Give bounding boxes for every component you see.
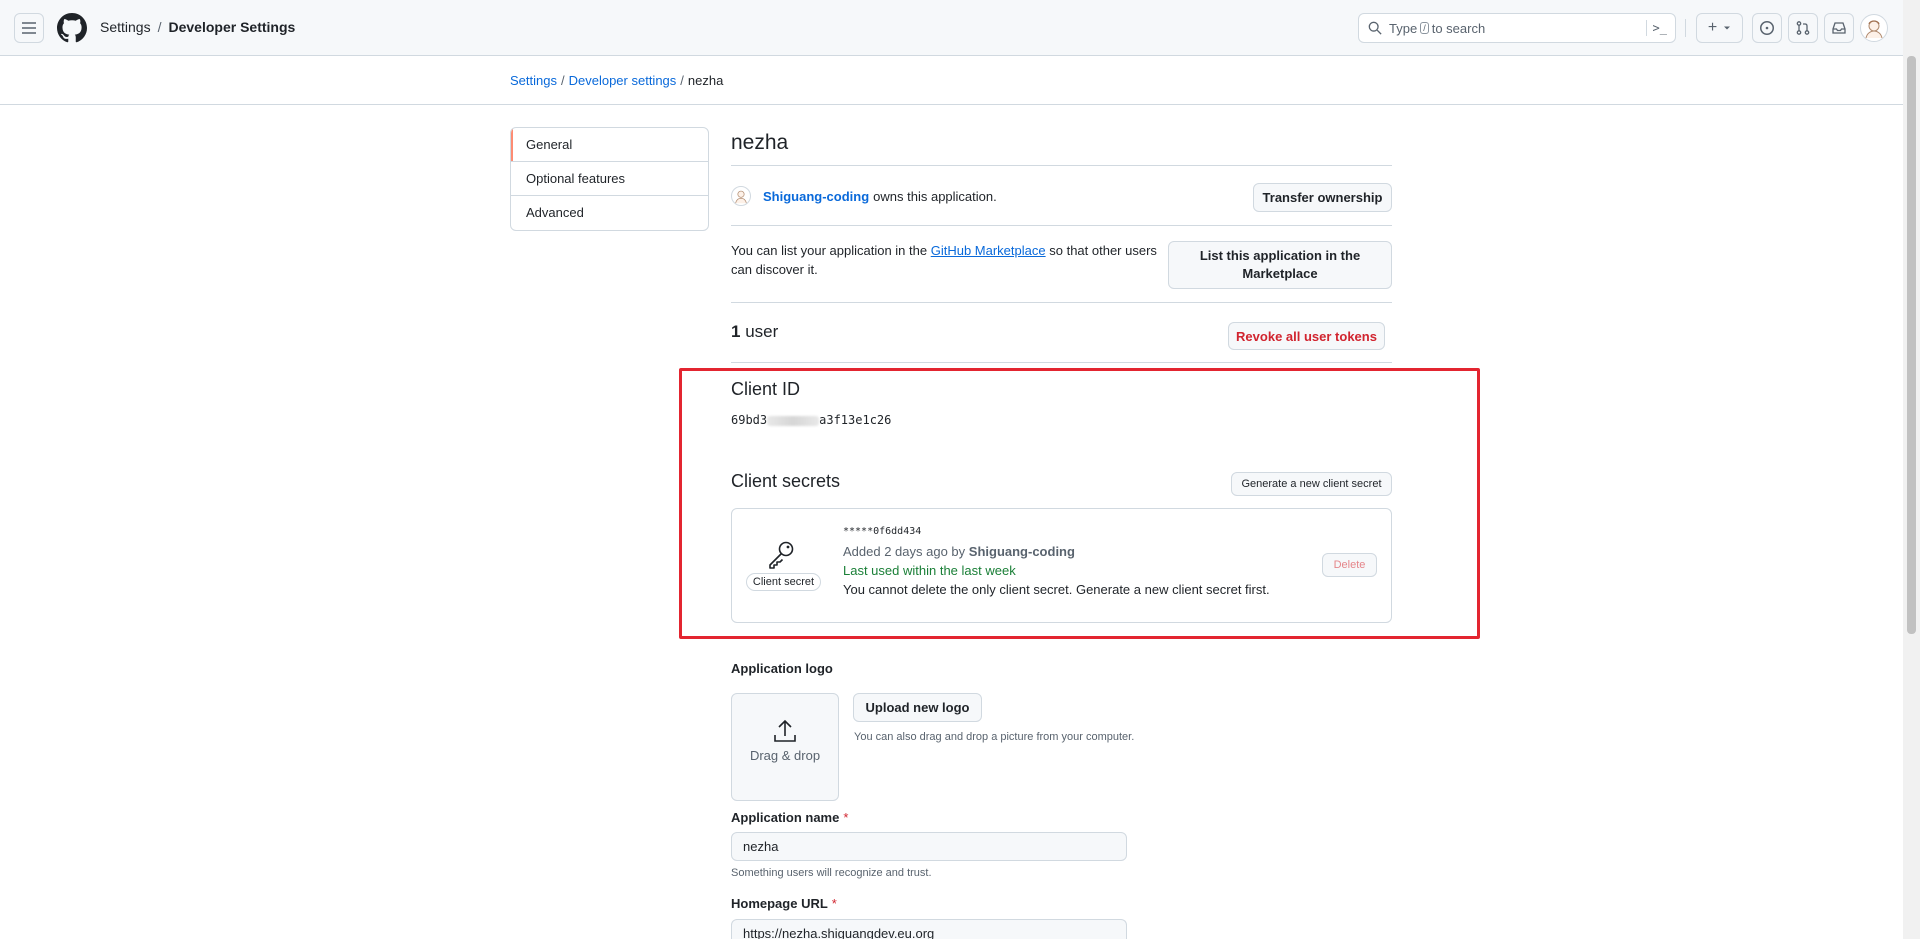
required-mark: * (843, 810, 849, 825)
marketplace-link[interactable]: GitHub Marketplace (931, 243, 1046, 258)
annotation-highlight-box (679, 368, 1480, 639)
settings-sidenav: General Optional features Advanced (510, 127, 709, 231)
header-crumb-settings[interactable]: Settings (100, 19, 151, 35)
owner-text: owns this application. (873, 188, 997, 204)
breadcrumb-current: nezha (687, 73, 724, 88)
header-breadcrumb: Settings / Developer Settings (100, 19, 296, 35)
header-crumb-developer-settings[interactable]: Developer Settings (168, 19, 295, 35)
avatar-icon (1865, 20, 1883, 39)
marketplace-divider (731, 302, 1392, 303)
sidenav-item-advanced[interactable]: Advanced (511, 196, 708, 230)
homepage-url-input[interactable]: https://nezha.shiguangdev.eu.org (731, 919, 1127, 939)
sidenav-item-optional-features[interactable]: Optional features (511, 162, 708, 196)
marketplace-text-before: You can list your application in the (731, 243, 928, 258)
issues-icon (1760, 21, 1774, 35)
list-in-marketplace-button[interactable]: List this application in the Marketplace (1168, 241, 1392, 289)
application-name-hint: Something users will recognize and trust… (731, 867, 932, 879)
application-name-label: Application name * (731, 810, 848, 825)
sidenav-item-label: Advanced (526, 205, 584, 220)
users-count: 1 user (731, 322, 778, 342)
users-count-number: 1 (731, 322, 741, 341)
search-shortcut-key: / (1420, 22, 1429, 34)
hamburger-icon (22, 22, 36, 34)
logo-dropzone[interactable]: Drag & drop (731, 693, 839, 801)
inbox-icon (1832, 22, 1846, 34)
users-divider (731, 362, 1392, 363)
page-title: nezha (731, 131, 789, 154)
homepage-url-label-text: Homepage URL (731, 896, 828, 911)
application-logo-label: Application logo (731, 661, 833, 676)
command-palette-icon[interactable]: >_ (1645, 20, 1667, 36)
upload-hint: You can also drag and drop a picture fro… (854, 731, 1135, 743)
create-new-button[interactable]: + (1696, 13, 1743, 43)
required-mark: * (831, 896, 837, 911)
issues-button[interactable] (1752, 13, 1782, 43)
github-logo-icon[interactable] (57, 13, 87, 43)
upload-icon (774, 719, 796, 742)
application-name-label-text: Application name (731, 810, 840, 825)
scrollbar-thumb[interactable] (1907, 56, 1916, 634)
menu-button[interactable] (14, 13, 44, 43)
header-divider (1685, 19, 1686, 37)
search-placeholder-suffix: to search (1431, 20, 1486, 36)
marketplace-description: You can list your application in the Git… (731, 241, 1171, 279)
owner-link[interactable]: Shiguang-coding (763, 189, 869, 204)
breadcrumb: Settings / Developer settings / nezha (510, 73, 724, 88)
pull-requests-button[interactable] (1788, 13, 1818, 43)
revoke-tokens-button[interactable]: Revoke all user tokens (1228, 322, 1385, 350)
chevron-down-icon (1724, 26, 1731, 30)
user-avatar[interactable] (1860, 14, 1888, 42)
title-divider (731, 165, 1392, 166)
breadcrumb-settings-link[interactable]: Settings (510, 73, 557, 88)
owner-divider (731, 225, 1392, 226)
dropzone-text: Drag & drop (749, 748, 821, 763)
users-count-label: user (745, 322, 779, 341)
homepage-url-label: Homepage URL * (731, 896, 837, 911)
pull-request-icon (1796, 21, 1810, 35)
plus-icon: + (1707, 19, 1718, 36)
inbox-button[interactable] (1824, 13, 1854, 43)
subheader-divider (0, 104, 1903, 105)
search-input[interactable]: Type / to search >_ (1358, 13, 1676, 43)
breadcrumb-developer-settings-link[interactable]: Developer settings (569, 73, 677, 88)
search-icon (1368, 21, 1382, 35)
upload-logo-button[interactable]: Upload new logo (853, 693, 982, 722)
transfer-ownership-button[interactable]: Transfer ownership (1253, 183, 1392, 212)
sidenav-item-label: Optional features (526, 171, 626, 186)
top-header: Settings / Developer Settings Type / to se… (0, 0, 1903, 56)
search-placeholder-prefix: Type (1389, 20, 1418, 36)
sidenav-item-label: General (526, 137, 573, 152)
owner-avatar-icon (731, 186, 751, 206)
application-name-input[interactable]: nezha (731, 832, 1127, 861)
sidenav-item-general[interactable]: General (511, 128, 708, 162)
